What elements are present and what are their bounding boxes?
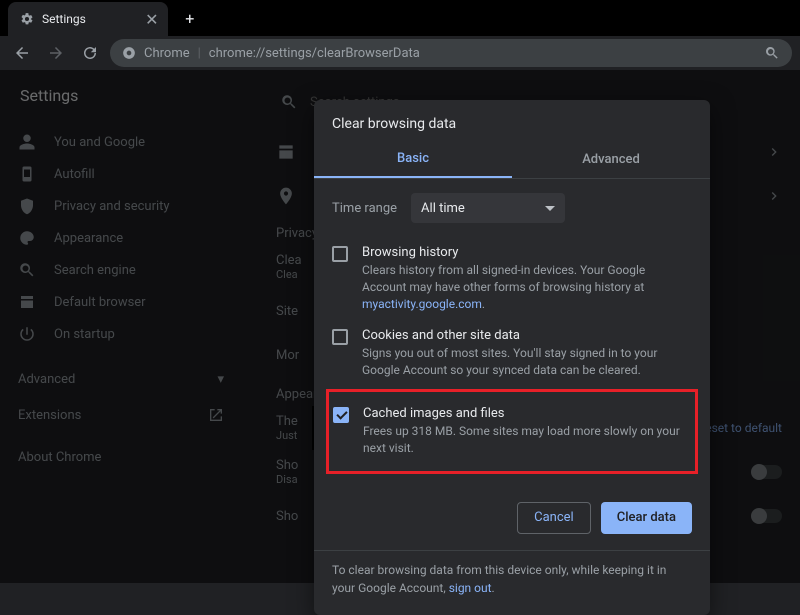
tab-advanced[interactable]: Advanced: [512, 140, 710, 178]
close-icon[interactable]: ✕: [144, 11, 160, 27]
back-button[interactable]: [8, 39, 36, 67]
address-app: Chrome: [144, 46, 190, 61]
address-bar[interactable]: Chrome | chrome://settings/clearBrowserD…: [110, 39, 792, 67]
dialog-tabs: Basic Advanced: [314, 140, 710, 179]
sidebar-item-label: Privacy and security: [54, 199, 170, 214]
dialog-footer-note: To clear browsing data from this device …: [314, 550, 710, 615]
checkbox-row-browsing-history[interactable]: Browsing history Clears history from all…: [332, 237, 692, 320]
checkbox-title: Cookies and other site data: [362, 328, 692, 343]
sidebar-item-autofill[interactable]: Autofill: [18, 158, 242, 190]
sidebar-item-label: Appearance: [54, 231, 123, 246]
sidebar-item-label: Autofill: [54, 167, 95, 182]
new-tab-button[interactable]: +: [176, 4, 204, 32]
chevron-down-icon: ▾: [217, 372, 224, 387]
sidebar-item-label: Default browser: [54, 295, 146, 310]
chevron-right-icon: [766, 144, 782, 160]
time-range-label: Time range: [332, 201, 397, 216]
checkbox[interactable]: [333, 407, 349, 423]
open-in-new-icon: [208, 407, 224, 423]
checkbox-desc: Frees up 318 MB. Some sites may load mor…: [363, 423, 691, 457]
location-icon: [276, 186, 296, 206]
checkbox-desc: Signs you out of most sites. You'll stay…: [362, 345, 692, 379]
checkbox-desc: Clears history from all signed-in device…: [362, 262, 692, 312]
checkbox[interactable]: [332, 246, 348, 262]
page-title: Settings: [20, 86, 78, 105]
sidebar-item-you-and-google[interactable]: You and Google: [18, 126, 242, 158]
sidebar-item-search-engine[interactable]: Search engine: [18, 254, 242, 286]
toggle[interactable]: [752, 509, 782, 523]
checkbox-row-cookies[interactable]: Cookies and other site data Signs you ou…: [332, 320, 692, 387]
cancel-button[interactable]: Cancel: [517, 502, 591, 534]
browser-tab[interactable]: Settings ✕: [8, 2, 168, 36]
browser-tab-strip: Settings ✕ +: [0, 0, 800, 36]
checkbox-row-cache[interactable]: Cached images and files Frees up 318 MB.…: [333, 398, 691, 465]
gear-icon: [20, 12, 34, 26]
dialog-title: Clear browsing data: [314, 100, 710, 140]
search-icon: [280, 93, 298, 111]
tab-basic[interactable]: Basic: [314, 140, 512, 178]
sidebar-extensions[interactable]: Extensions: [18, 407, 242, 423]
sidebar-item-label: On startup: [54, 327, 115, 342]
time-range-select[interactable]: All time: [411, 193, 565, 223]
sidebar-item-privacy[interactable]: Privacy and security: [18, 190, 242, 222]
browser-toolbar: Chrome | chrome://settings/clearBrowserD…: [0, 36, 800, 70]
forward-button[interactable]: [42, 39, 70, 67]
search-icon[interactable]: [764, 45, 780, 61]
chrome-icon: [122, 46, 136, 60]
checkbox-title: Cached images and files: [363, 406, 691, 421]
myactivity-link[interactable]: myactivity.google.com: [362, 297, 482, 311]
sidebar-item-appearance[interactable]: Appearance: [18, 222, 242, 254]
sidebar-advanced[interactable]: Advanced▾: [18, 372, 242, 387]
toggle[interactable]: [752, 465, 782, 479]
highlight-box: Cached images and files Frees up 318 MB.…: [326, 389, 698, 474]
checkbox-title: Browsing history: [362, 245, 692, 260]
chevron-right-icon: [766, 188, 782, 204]
tab-title: Settings: [42, 12, 86, 26]
sidebar-about[interactable]: About Chrome: [18, 441, 242, 473]
checkbox[interactable]: [332, 329, 348, 345]
clear-browsing-data-dialog: Clear browsing data Basic Advanced Time …: [314, 100, 710, 615]
sidebar-item-label: You and Google: [54, 135, 145, 150]
sidebar-item-on-startup[interactable]: On startup: [18, 318, 242, 350]
sidebar-item-label: Search engine: [54, 263, 136, 278]
settings-sidebar: You and Google Autofill Privacy and secu…: [0, 120, 260, 479]
chevron-down-icon: [545, 206, 555, 211]
card-icon: [276, 142, 296, 162]
reset-link[interactable]: Reset to default: [698, 421, 782, 435]
clear-data-button[interactable]: Clear data: [601, 502, 692, 534]
reload-button[interactable]: [76, 39, 104, 67]
sidebar-item-default-browser[interactable]: Default browser: [18, 286, 242, 318]
address-url: chrome://settings/clearBrowserData: [209, 46, 756, 61]
